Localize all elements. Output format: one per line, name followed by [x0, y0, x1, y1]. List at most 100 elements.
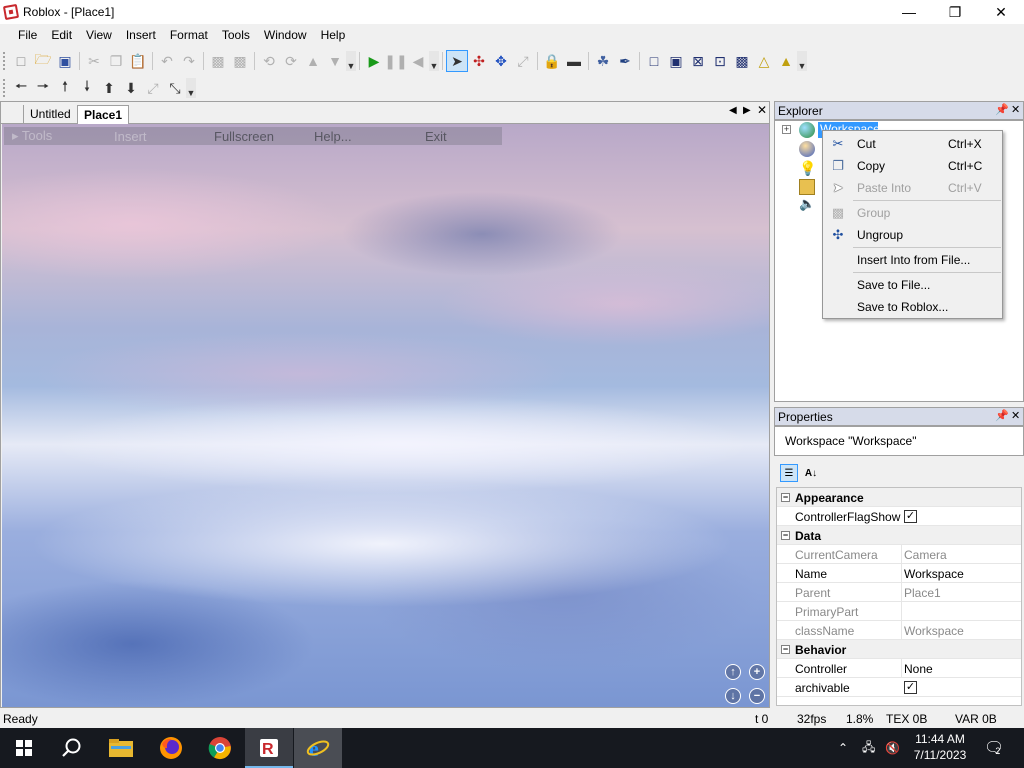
ctx-save-to-roblox[interactable]: Save to Roblox... — [823, 296, 1002, 318]
axis-move-icon[interactable]: ✥ — [490, 50, 512, 72]
restore-button[interactable]: ❐ — [932, 0, 978, 24]
controllerflagshow-checkbox[interactable]: ✓ — [904, 510, 917, 523]
copy-icon[interactable]: ❐ — [105, 50, 127, 72]
chrome-button[interactable] — [196, 728, 244, 768]
ctx-save-to-file[interactable]: Save to File... — [823, 274, 1002, 296]
ctx-ungroup[interactable]: ✣ Ungroup — [823, 224, 1002, 246]
surface-motor-icon[interactable]: ▲ — [775, 50, 797, 72]
resize-icon[interactable]: ⤢ — [512, 50, 534, 72]
dropper-icon[interactable]: ✒ — [614, 50, 636, 72]
alphabetical-sort-icon[interactable]: A↓ — [802, 464, 820, 482]
controller-value-select[interactable]: None — [904, 662, 933, 676]
menu-view[interactable]: View — [79, 28, 119, 42]
taskbar-clock[interactable]: 11:44 AM 7/11/2023 — [908, 731, 972, 763]
open-folder-icon[interactable]: 🗁 — [32, 50, 54, 72]
menu-insert[interactable]: Insert — [119, 28, 163, 42]
fit-view-icon[interactable]: ⤡ — [164, 77, 186, 99]
run-icon[interactable]: ▶ — [363, 50, 385, 72]
firefox-button[interactable] — [147, 728, 195, 768]
reset-icon[interactable]: ◀ — [407, 50, 429, 72]
new-file-icon[interactable]: □ — [10, 50, 32, 72]
lock-icon[interactable]: 🔒 — [541, 50, 563, 72]
surface-hinge-icon[interactable]: △ — [753, 50, 775, 72]
close-properties-icon[interactable]: ✕ — [1011, 409, 1020, 422]
tab-place1[interactable]: Place1 — [77, 105, 130, 125]
toolbar-grip[interactable] — [3, 79, 7, 97]
category-appearance[interactable]: − Appearance — [777, 488, 1021, 507]
internet-explorer-button[interactable]: e — [294, 728, 342, 768]
menu-file[interactable]: File — [11, 28, 44, 42]
arrow-right-icon[interactable]: 🠖 — [32, 77, 54, 99]
move-down-icon[interactable]: ▼ — [324, 50, 346, 72]
menu-tools[interactable]: Tools — [215, 28, 257, 42]
camera-up-icon[interactable]: ↑ — [725, 664, 741, 680]
rotate-right-icon[interactable]: ⟳ — [280, 50, 302, 72]
menu-window[interactable]: Window — [257, 28, 314, 42]
collapse-icon[interactable]: − — [781, 645, 790, 654]
ctx-group[interactable]: ▩ Group — [823, 202, 1002, 224]
network-icon[interactable]: 🖧 — [862, 728, 875, 768]
group-icon[interactable]: ▩ — [207, 50, 229, 72]
toolbar-overflow-button[interactable]: ▼ — [797, 51, 807, 71]
arrow-down-icon[interactable]: 🠗 — [76, 77, 98, 99]
viewport-menu-help[interactable]: Help... — [314, 129, 352, 144]
menu-help[interactable]: Help — [314, 28, 353, 42]
category-behavior[interactable]: − Behavior — [777, 640, 1021, 659]
arrow-up-icon[interactable]: 🠕 — [54, 77, 76, 99]
tray-chevron-icon[interactable]: ⌃ — [838, 728, 848, 768]
anchor-icon[interactable]: ▬ — [563, 50, 585, 72]
start-button[interactable] — [0, 728, 48, 768]
toolbar-grip[interactable] — [3, 52, 7, 70]
rotate-left-icon[interactable]: ⟲ — [258, 50, 280, 72]
tab-untitled[interactable]: Untitled — [23, 105, 77, 124]
tab-scroll-left-icon[interactable]: ◀ — [729, 105, 737, 116]
paint-bucket-icon[interactable]: ☘ — [592, 50, 614, 72]
lower-icon[interactable]: ⬇ — [120, 77, 142, 99]
close-window-button[interactable]: ✕ — [978, 0, 1024, 24]
collapse-icon[interactable]: − — [781, 531, 790, 540]
viewport-menu-fullscreen[interactable]: Fullscreen — [214, 129, 274, 144]
zoom-out-icon[interactable]: − — [749, 688, 765, 704]
redo-icon[interactable]: ↷ — [178, 50, 200, 72]
viewport-menu-exit[interactable]: Exit — [425, 129, 447, 144]
categorized-view-icon[interactable]: ☰ — [780, 464, 798, 482]
toolbar-overflow-button[interactable]: ▼ — [186, 78, 196, 98]
move-up-icon[interactable]: ▲ — [302, 50, 324, 72]
select-pointer-icon[interactable]: ➤ — [446, 50, 468, 72]
ungroup-icon[interactable]: ▩ — [229, 50, 251, 72]
3d-viewport[interactable]: ▸ Tools Insert Fullscreen Help... Exit ↑… — [2, 124, 769, 707]
cut-icon[interactable]: ✂ — [83, 50, 105, 72]
viewport-menu-tools[interactable]: ▸ Tools — [12, 128, 52, 144]
raise-icon[interactable]: ⬆ — [98, 77, 120, 99]
surface-weld-icon[interactable]: ⊠ — [687, 50, 709, 72]
toolbar-overflow-button[interactable]: ▼ — [429, 51, 439, 71]
file-explorer-button[interactable] — [97, 728, 145, 768]
zoom-in-icon[interactable]: + — [749, 664, 765, 680]
ctx-cut[interactable]: ✂ Cut Ctrl+X — [823, 133, 1002, 155]
menu-format[interactable]: Format — [163, 28, 215, 42]
menu-edit[interactable]: Edit — [44, 28, 79, 42]
pause-icon[interactable]: ❚❚ — [384, 50, 407, 72]
save-icon[interactable]: ▣ — [54, 50, 76, 72]
surface-glue-icon[interactable]: ▣ — [665, 50, 687, 72]
minimize-button[interactable]: — — [886, 0, 932, 24]
roblox-studio-taskbar-button[interactable]: R — [245, 728, 293, 768]
surface-smooth-icon[interactable]: □ — [643, 50, 665, 72]
surface-studs-icon[interactable]: ⊡ — [709, 50, 731, 72]
name-value-field[interactable]: Workspace — [904, 567, 964, 581]
tree-expand-icon[interactable]: + — [782, 125, 791, 134]
notification-center-icon[interactable]: 🗨 2 — [984, 728, 1004, 768]
volume-muted-icon[interactable]: 🔇 — [885, 728, 900, 768]
category-data[interactable]: − Data — [777, 526, 1021, 545]
zoom-extents-icon[interactable]: ⤢ — [142, 77, 164, 99]
pin-icon[interactable]: 📌 — [995, 409, 1009, 422]
viewport-menu-insert[interactable]: Insert — [114, 129, 147, 144]
collapse-icon[interactable]: − — [781, 493, 790, 502]
paste-icon[interactable]: 📋 — [127, 50, 149, 72]
camera-down-icon[interactable]: ↓ — [725, 688, 741, 704]
undo-icon[interactable]: ↶ — [156, 50, 178, 72]
close-explorer-icon[interactable]: ✕ — [1011, 103, 1020, 116]
ctx-insert-from-file[interactable]: Insert Into from File... — [823, 249, 1002, 271]
pin-icon[interactable]: 📌 — [995, 103, 1009, 116]
surface-inlet-icon[interactable]: ▩ — [731, 50, 753, 72]
